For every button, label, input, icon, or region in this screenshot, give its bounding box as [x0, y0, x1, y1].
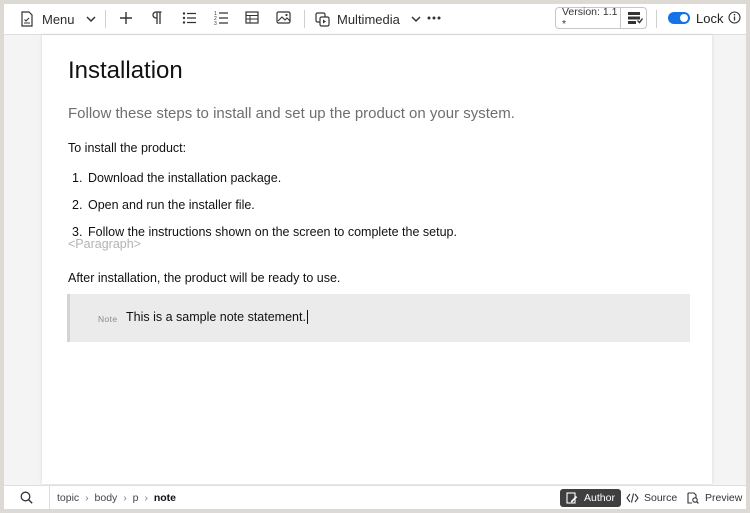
- version-label: Version: 1.1 *: [562, 6, 618, 30]
- list-item-text: Open and run the installer file.: [88, 198, 255, 212]
- chevron-down-icon: [86, 15, 96, 23]
- lock-toggle[interactable]: [668, 12, 690, 24]
- author-mode-button[interactable]: Author: [560, 489, 621, 507]
- topic-title[interactable]: Installation: [68, 57, 183, 85]
- bulleted-list-icon[interactable]: [182, 11, 197, 25]
- chevron-right-icon: ›: [85, 492, 89, 504]
- breadcrumb-item[interactable]: topic: [57, 492, 79, 504]
- more-options-icon[interactable]: [427, 16, 441, 20]
- note-label: Note: [98, 314, 118, 324]
- image-icon[interactable]: [276, 11, 291, 24]
- menu-button[interactable]: Menu: [20, 7, 96, 31]
- version-control[interactable]: Version: 1.1 *: [555, 6, 647, 30]
- list-item-text: Follow the instructions shown on the scr…: [88, 225, 457, 239]
- chevron-down-icon: [411, 15, 421, 23]
- document-menu-icon: [20, 11, 34, 27]
- text-cursor: [306, 310, 308, 324]
- short-description[interactable]: Follow these steps to install and set up…: [68, 105, 515, 122]
- author-icon: [566, 492, 578, 504]
- search-icon[interactable]: [20, 491, 33, 504]
- note-text-wrap[interactable]: This is a sample note statement.: [126, 310, 308, 324]
- version-divider: [620, 8, 621, 28]
- author-label: Author: [584, 492, 615, 504]
- source-mode-button[interactable]: Source: [620, 489, 683, 507]
- breadcrumb-current[interactable]: note: [154, 492, 176, 504]
- toolbar-divider: [656, 10, 657, 28]
- breadcrumb-item[interactable]: body: [95, 492, 118, 504]
- paragraph-placeholder[interactable]: <Paragraph>: [68, 237, 141, 251]
- code-icon: [626, 493, 639, 503]
- preview-mode-button[interactable]: Preview: [681, 489, 746, 507]
- list-item-text: Download the installation package.: [88, 171, 282, 185]
- note-text: This is a sample note statement.: [126, 310, 306, 324]
- multimedia-button[interactable]: Multimedia: [315, 7, 421, 31]
- list-number: 2.: [72, 198, 83, 212]
- table-icon[interactable]: [245, 11, 259, 24]
- preview-label: Preview: [705, 492, 743, 504]
- chevron-right-icon: ›: [123, 492, 127, 504]
- info-icon[interactable]: [728, 11, 741, 24]
- toolbar: Menu 123 Multimedia Version: 1.1 * Lock: [4, 4, 746, 35]
- add-icon[interactable]: [119, 11, 133, 25]
- numbered-list-icon[interactable]: 123: [214, 10, 229, 25]
- lock-label: Lock: [696, 11, 724, 26]
- list-item[interactable]: 1. Download the installation package.: [72, 171, 281, 185]
- multimedia-label: Multimedia: [337, 11, 400, 27]
- preview-icon: [687, 492, 699, 504]
- document-page[interactable]: Installation Follow these steps to insta…: [42, 35, 712, 484]
- source-label: Source: [644, 492, 678, 504]
- svg-text:3: 3: [214, 21, 217, 25]
- status-divider: [49, 486, 50, 509]
- multimedia-icon: [315, 11, 330, 27]
- list-number: 1.: [72, 171, 83, 185]
- paragraph-icon[interactable]: [151, 10, 163, 26]
- menu-label: Menu: [42, 11, 75, 27]
- status-bar: topic › body › p › note Author Source Pr…: [4, 485, 746, 509]
- editor-window: Menu 123 Multimedia Version: 1.1 * Lock …: [4, 4, 746, 509]
- after-paragraph[interactable]: After installation, the product will be …: [68, 271, 340, 285]
- list-item[interactable]: 2. Open and run the installer file.: [72, 198, 255, 212]
- chevron-right-icon: ›: [144, 492, 148, 504]
- toolbar-divider: [105, 10, 106, 28]
- breadcrumb: topic › body › p › note: [57, 492, 176, 504]
- intro-paragraph[interactable]: To install the product:: [68, 141, 186, 155]
- note-block[interactable]: Note This is a sample note statement.: [67, 294, 690, 342]
- breadcrumb-item[interactable]: p: [133, 492, 139, 504]
- version-history-icon[interactable]: [627, 11, 643, 25]
- toolbar-divider: [304, 10, 305, 28]
